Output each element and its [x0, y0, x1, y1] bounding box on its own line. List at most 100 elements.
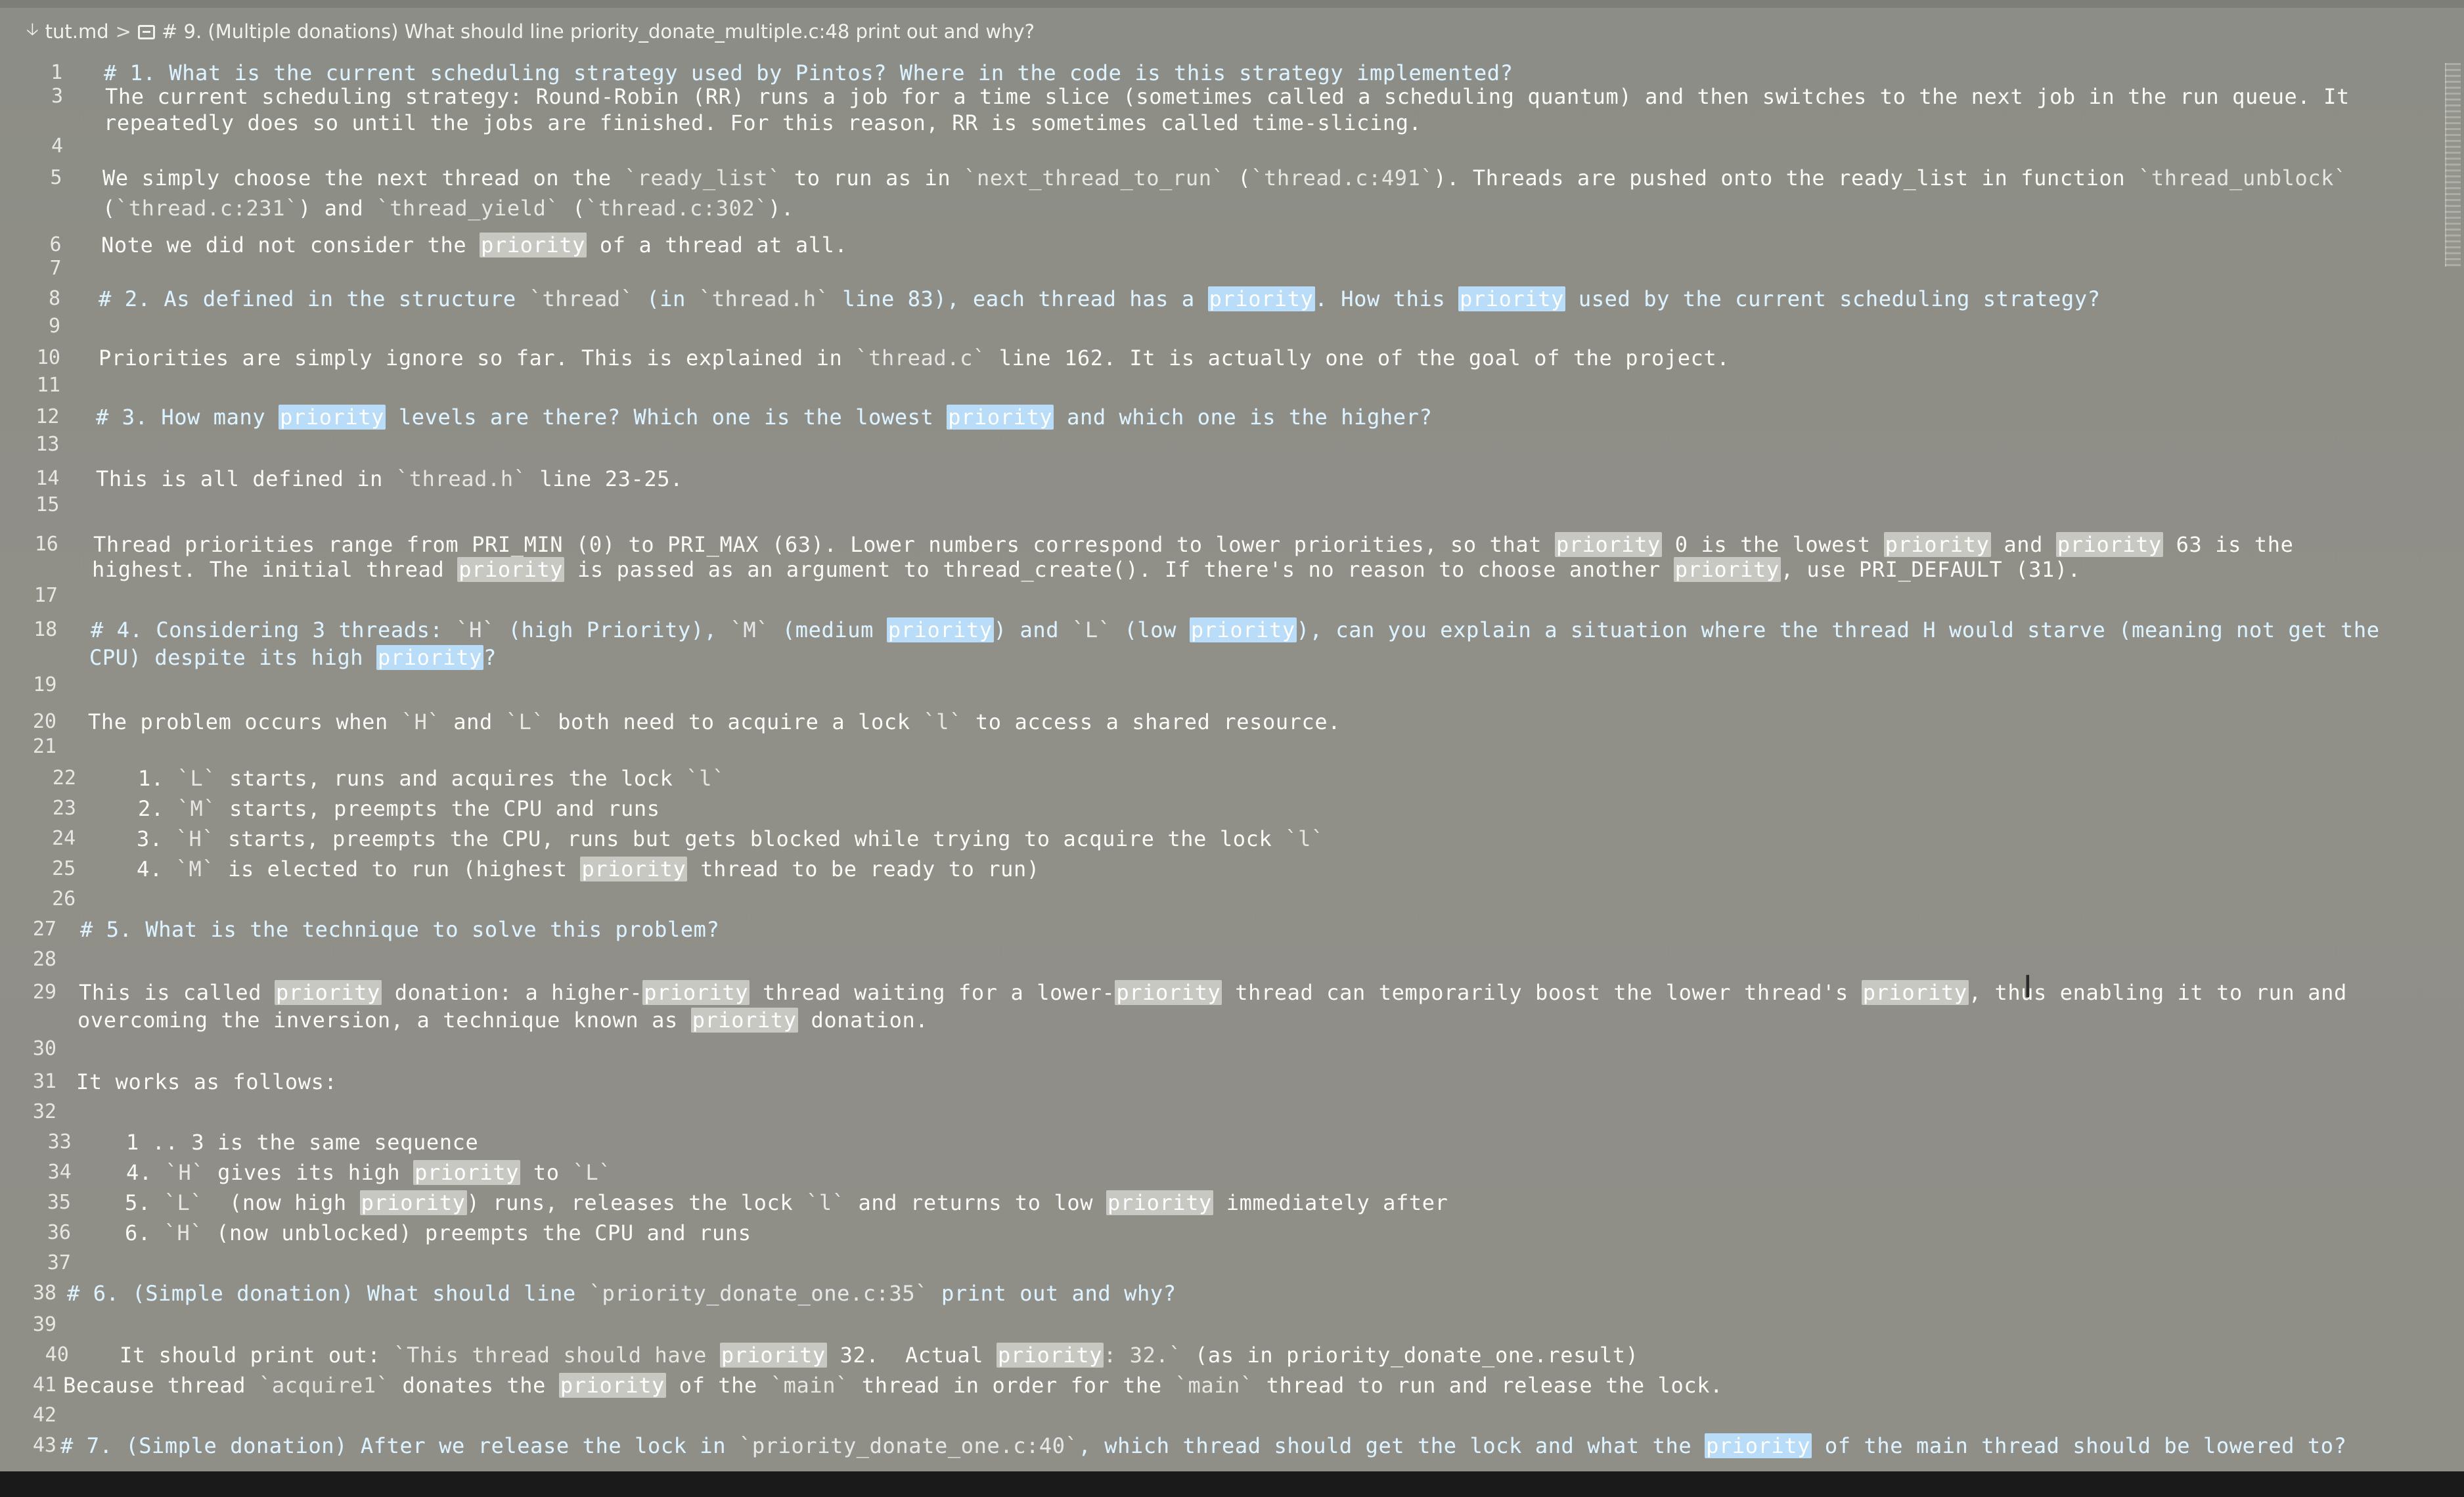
text-segment: is passed as an argument to thread_creat…: [564, 557, 1674, 582]
editor-line[interactable]: 34 4. `H` gives its high priority to `L`: [0, 1157, 2430, 1188]
line-number: 26: [52, 887, 76, 910]
inline-code: `l`: [806, 1190, 845, 1215]
editor-line[interactable]: 21: [0, 732, 2430, 762]
text-segment: ) runs, releases the lock: [466, 1190, 807, 1215]
line-number: 12: [35, 405, 60, 428]
editor-line[interactable]: 28: [0, 945, 2430, 975]
editor-line[interactable]: 43 # 7. (Simple donation) After we releas…: [0, 1431, 2430, 1461]
editor-line[interactable]: 18 # 4. Considering 3 threads: `H` (high …: [0, 615, 2430, 645]
line-text: It works as follows:: [76, 1067, 337, 1097]
text-segment: Priorities are simply ignore so far. Thi…: [99, 346, 856, 370]
text-segment: (high Priority),: [495, 617, 730, 642]
line-number: 27: [32, 918, 56, 941]
search-highlight: priority: [1106, 1190, 1213, 1215]
line-number: 23: [52, 797, 76, 820]
text-segment: starts, preempts the CPU, runs but gets …: [215, 826, 1286, 851]
search-highlight: priority: [1189, 617, 1297, 642]
editor-line[interactable]: 19: [0, 670, 2430, 700]
editor-line[interactable]: 38 # 6. (Simple donation) What should lin…: [0, 1278, 2430, 1308]
editor-line[interactable]: 30: [0, 1034, 2430, 1064]
editor-line[interactable]: 11: [0, 370, 2430, 401]
editor-line[interactable]: 22 1. `L` starts, runs and acquires the l…: [0, 763, 2430, 793]
editor-line[interactable]: 40 It should print out: `This thread shou…: [0, 1340, 2430, 1370]
search-highlight: priority: [274, 980, 382, 1005]
text-segment: and which one is the higher?: [1054, 405, 1433, 430]
inline-code: `M`: [730, 617, 770, 642]
markdown-heading: # 7. (Simple donation) After we release …: [60, 1431, 2347, 1461]
editor-line[interactable]: 9: [0, 311, 2430, 342]
editor-line[interactable]: 13: [0, 430, 2430, 460]
minimap[interactable]: [2445, 63, 2461, 267]
editor-line[interactable]: 27 # 5. What is the technique to solve th…: [0, 914, 2430, 945]
text-segment: of the main thread should be lowered to?: [1812, 1433, 2347, 1458]
editor-line[interactable]: 33 1 .. 3 is the same sequence: [0, 1127, 2430, 1157]
editor-line[interactable]: 5 We simply choose the next thread on the…: [0, 163, 2430, 193]
text-segment: The problem occurs when: [88, 709, 401, 734]
editor-line[interactable]: 24 3. `H` starts, preempts the CPU, runs …: [0, 824, 2430, 854]
editor-line[interactable]: 36 6. `H` (now unblocked) preempts the CP…: [0, 1218, 2430, 1248]
text-segment: and returns to low: [845, 1190, 1106, 1215]
line-number: 37: [47, 1251, 71, 1274]
line-number: 33: [47, 1130, 72, 1153]
text-segment: ). Threads are pushed onto the ready_lis…: [1433, 166, 2139, 190]
inline-code: `thread_yield`: [376, 196, 560, 221]
line-text: It should print out: `This thread should…: [120, 1340, 1638, 1370]
line-number: 8: [48, 287, 60, 310]
line-number: 43: [32, 1434, 56, 1457]
line-number: 5: [50, 166, 62, 189]
editor-line[interactable]: 7: [0, 254, 2430, 284]
editor-line[interactable]: 42: [0, 1400, 2430, 1431]
editor-line[interactable]: overcoming the inversion, a technique kn…: [0, 1005, 2430, 1035]
text-segment: gives its high: [204, 1160, 414, 1185]
editor-line[interactable]: 31 It works as follows:: [0, 1067, 2430, 1097]
editor-line[interactable]: 4: [0, 131, 2430, 162]
editor-line[interactable]: 37: [0, 1248, 2430, 1278]
editor-line[interactable]: 17: [0, 581, 2430, 611]
editor-line[interactable]: 26: [0, 884, 2430, 914]
editor-line[interactable]: CPU) despite its high priority?: [0, 642, 2430, 673]
inline-code: `H`: [456, 617, 495, 642]
text-segment: # 3. How many: [96, 405, 279, 430]
editor-line[interactable]: 23 2. `M` starts, preempts the CPU and ru…: [0, 793, 2430, 824]
markdown-editor[interactable]: 1 # 1. What is the current scheduling str…: [0, 0, 2430, 1471]
search-highlight: priority: [1705, 1433, 1812, 1458]
editor-line[interactable]: 12 # 3. How many priority levels are ther…: [0, 402, 2430, 432]
editor-line[interactable]: 35 5. `L` (now high priority) runs, relea…: [0, 1188, 2430, 1218]
text-cursor-icon: I: [2023, 969, 2032, 1004]
editor-line[interactable]: 8 # 2. As defined in the structure `threa…: [0, 284, 2430, 314]
search-highlight: priority: [580, 857, 688, 882]
line-number: 40: [45, 1343, 69, 1366]
editor-line[interactable]: 39: [0, 1310, 2430, 1340]
text-segment: ) and: [298, 196, 377, 221]
text-segment: This is called: [79, 980, 275, 1005]
markdown-heading: # 3. How many priority levels are there?…: [96, 402, 1432, 432]
text-segment: highest. The initial thread: [92, 557, 458, 582]
search-highlight: priority: [457, 557, 565, 582]
editor-line[interactable]: 32: [0, 1097, 2430, 1127]
search-highlight: priority: [1673, 557, 1781, 582]
editor-line[interactable]: 41 Because thread `acquire1` donates the …: [0, 1370, 2430, 1400]
inline-code: `l`: [686, 766, 725, 791]
text-segment: (: [1224, 166, 1251, 190]
text-segment: line 23-25.: [526, 466, 683, 491]
inline-code: `M`: [175, 857, 215, 882]
line-text: 4. `M` is elected to run (highest priori…: [137, 854, 1040, 884]
editor-line[interactable]: 10 Priorities are simply ignore so far. T…: [0, 343, 2430, 373]
text-segment: thread to run and release the lock.: [1253, 1373, 1723, 1398]
text-segment: 6.: [125, 1220, 164, 1245]
text-segment: immediately after: [1213, 1190, 1448, 1215]
inline-code: `H`: [165, 1160, 205, 1185]
inline-code: `H`: [401, 709, 441, 734]
line-number: 35: [47, 1191, 71, 1214]
editor-line[interactable]: (`thread.c:231`) and `thread_yield` (`th…: [0, 193, 2430, 223]
editor-line[interactable]: 25 4. `M` is elected to run (highest prio…: [0, 854, 2430, 884]
editor-line[interactable]: 15: [0, 490, 2430, 520]
search-highlight: priority: [1458, 286, 1566, 311]
text-segment: ), can you explain a situation where the…: [1296, 617, 2380, 642]
markdown-heading: # 4. Considering 3 threads: `H` (high Pr…: [91, 615, 2380, 645]
inline-code: `H`: [175, 826, 215, 851]
line-text: 3. `H` starts, preempts the CPU, runs bu…: [137, 824, 1324, 854]
editor-line[interactable]: 29 This is called priority donation: a hi…: [0, 977, 2430, 1008]
text-segment: 5.: [125, 1190, 164, 1215]
line-number: 9: [48, 315, 60, 338]
